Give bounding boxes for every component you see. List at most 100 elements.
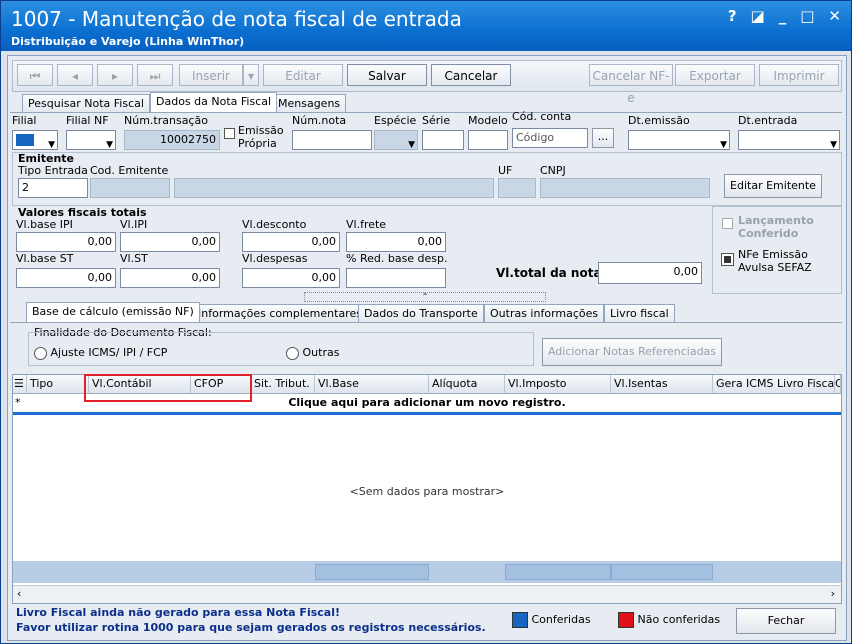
despesas-field[interactable]: 0,00 xyxy=(242,268,340,288)
prev-record-button[interactable]: ◂ xyxy=(57,64,93,86)
lancamento-conferido-label: Lançamento Conferido xyxy=(738,214,814,240)
filial-select[interactable]: ▼ xyxy=(12,130,58,150)
col-vl-imposto[interactable]: Vl.Imposto xyxy=(505,375,611,393)
ipi-field[interactable]: 0,00 xyxy=(120,232,220,252)
first-record-button[interactable]: ⏮ xyxy=(17,64,53,86)
red-base-label: % Red. base desp. xyxy=(346,252,448,265)
col-vl-isentas[interactable]: Vl.Isentas xyxy=(611,375,713,393)
tipo-entrada-label: Tipo Entrada xyxy=(18,164,88,177)
cnpj-field[interactable] xyxy=(540,178,710,198)
serie-field[interactable] xyxy=(422,130,464,150)
lancamento-conferido-checkbox[interactable] xyxy=(722,216,733,229)
splitter-handle[interactable]: ⌃ xyxy=(304,292,546,302)
cancel-nfe-button[interactable]: Cancelar NF-e xyxy=(589,64,673,105)
base-st-field[interactable]: 0,00 xyxy=(16,268,116,288)
col-vl-base[interactable]: Vl.Base xyxy=(315,375,429,393)
cod-conta-field[interactable]: Código xyxy=(512,128,588,148)
legend-blue-swatch xyxy=(512,612,528,628)
desconto-field[interactable]: 0,00 xyxy=(242,232,340,252)
frete-label: Vl.frete xyxy=(346,218,387,231)
help-icon[interactable]: ? xyxy=(728,7,737,25)
print-button[interactable]: Imprimir xyxy=(759,64,839,86)
outras-radio[interactable]: Outras xyxy=(286,346,339,360)
tab-info-complementares[interactable]: Informações complementares xyxy=(192,304,368,322)
emitente-name-field[interactable] xyxy=(174,178,494,198)
ajuste-radio-label: Ajuste ICMS/ IPI / FCP xyxy=(50,346,168,359)
col-c[interactable]: C xyxy=(835,375,841,393)
cancel-button[interactable]: Cancelar xyxy=(431,64,511,86)
col-gera-icms[interactable]: Gera ICMS Livro Fiscal xyxy=(713,375,835,393)
frete-field[interactable]: 0,00 xyxy=(346,232,446,252)
content-panel: ⏮ ◂ ▸ ⏭ Inserir ▾ Editar Salvar Cancelar… xyxy=(7,55,847,641)
total-field[interactable]: 0,00 xyxy=(598,262,702,284)
base-ipi-field[interactable]: 0,00 xyxy=(16,232,116,252)
col-aliquota[interactable]: Alíquota xyxy=(429,375,505,393)
emissao-propria-label: Emissão Própria xyxy=(238,124,284,150)
empty-grid-message: <Sem dados para mostrar> xyxy=(349,485,505,498)
tab-mensagens[interactable]: Mensagens xyxy=(272,94,347,112)
column-chooser-icon[interactable]: ☰ xyxy=(13,375,27,393)
tab-outras-informacoes[interactable]: Outras informações xyxy=(484,304,605,322)
horizontal-scrollbar[interactable]: ‹ › xyxy=(13,585,841,603)
total-label: Vl.total da nota: xyxy=(496,266,607,280)
emissao-propria-checkbox[interactable] xyxy=(224,126,235,139)
legend-red-swatch xyxy=(618,612,634,628)
dt-emissao-field[interactable]: ▼ xyxy=(628,130,730,150)
st-field[interactable]: 0,00 xyxy=(120,268,220,288)
edit-emitente-button[interactable]: Editar Emitente xyxy=(724,174,822,198)
nfe-avulsa-checkbox[interactable] xyxy=(721,252,734,266)
new-row-icon: * xyxy=(15,396,21,409)
insert-button[interactable]: Inserir xyxy=(179,64,243,86)
window-title: 1007 - Manutenção de nota fiscal de entr… xyxy=(11,7,462,31)
uf-field[interactable] xyxy=(498,178,536,198)
cod-emitente-field[interactable] xyxy=(90,178,170,198)
export-button[interactable]: Exportar xyxy=(675,64,755,86)
modelo-label: Modelo xyxy=(468,114,508,127)
close-button[interactable]: Fechar xyxy=(736,608,836,634)
especie-select[interactable]: ▼ xyxy=(374,130,418,150)
status-line-2: Favor utilizar rotina 1000 para que seja… xyxy=(16,621,486,634)
next-record-button[interactable]: ▸ xyxy=(97,64,133,86)
num-nota-field[interactable] xyxy=(292,130,372,150)
filial-nf-select[interactable]: ▼ xyxy=(66,130,116,150)
col-tipo[interactable]: Tipo xyxy=(27,375,89,393)
minimize-icon[interactable]: _ xyxy=(779,7,787,25)
scroll-right-icon[interactable]: › xyxy=(831,587,835,600)
title-bar: 1007 - Manutenção de nota fiscal de entr… xyxy=(1,1,851,51)
grid-footer xyxy=(13,561,841,583)
main-window: 1007 - Manutenção de nota fiscal de entr… xyxy=(0,0,852,644)
modelo-field[interactable] xyxy=(468,130,508,150)
highlight-box-columns xyxy=(84,374,252,402)
desconto-label: Vl.desconto xyxy=(242,218,307,231)
serie-label: Série xyxy=(422,114,451,127)
tab-base-calculo[interactable]: Base de cálculo (emissão NF) xyxy=(26,302,200,322)
edit-button[interactable]: Editar xyxy=(263,64,343,86)
uf-label: UF xyxy=(498,164,513,177)
tipo-entrada-field[interactable]: 2 xyxy=(18,178,88,198)
data-grid: ☰ Tipo Vl.Contábil CFOP Sit. Tribut. Vl.… xyxy=(12,374,842,604)
tab-livro-fiscal[interactable]: Livro fiscal xyxy=(604,304,675,322)
maximize-icon[interactable]: □ xyxy=(800,7,814,25)
close-icon[interactable]: ✕ xyxy=(828,7,841,25)
cod-conta-search-button[interactable]: ... xyxy=(592,128,614,148)
status-bar: Livro Fiscal ainda não gerado para essa … xyxy=(12,604,840,638)
tab-dados-nota[interactable]: Dados da Nota Fiscal xyxy=(150,92,278,112)
ajuste-radio[interactable]: Ajuste ICMS/ IPI / FCP xyxy=(34,346,167,360)
cod-conta-label: Cód. conta xyxy=(512,110,572,123)
insert-dropdown-icon[interactable]: ▾ xyxy=(243,64,259,86)
restore-icon[interactable]: ◪ xyxy=(751,7,765,25)
red-base-field[interactable] xyxy=(346,268,446,288)
tab-dados-transporte[interactable]: Dados do Transporte xyxy=(358,304,484,322)
scroll-left-icon[interactable]: ‹ xyxy=(17,587,21,600)
add-notas-referenciadas-button[interactable]: Adicionar Notas Referenciadas xyxy=(542,338,722,366)
dt-emissao-label: Dt.emissão xyxy=(628,114,690,127)
especie-label: Espécie xyxy=(374,114,417,127)
col-sit-tribut[interactable]: Sit. Tribut. xyxy=(251,375,315,393)
save-button[interactable]: Salvar xyxy=(347,64,427,86)
num-transacao-field[interactable]: 10002750 xyxy=(124,130,220,150)
num-nota-label: Núm.nota xyxy=(292,114,347,127)
dt-entrada-field[interactable]: ▼ xyxy=(738,130,840,150)
tab-pesquisar[interactable]: Pesquisar Nota Fiscal xyxy=(22,94,150,112)
ipi-label: Vl.IPI xyxy=(120,218,148,231)
last-record-button[interactable]: ⏭ xyxy=(137,64,173,86)
